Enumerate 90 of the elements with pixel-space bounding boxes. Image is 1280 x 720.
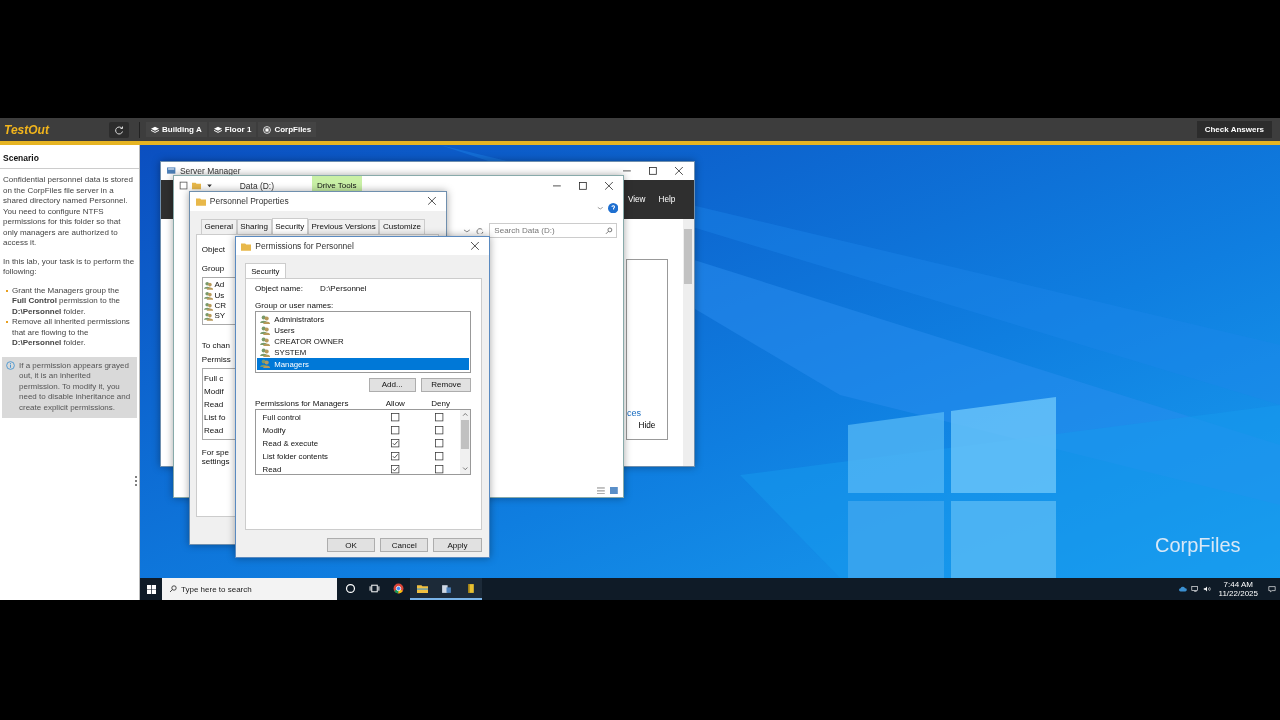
search-icon: [169, 585, 177, 593]
window-title: Permissions for Personnel: [255, 241, 354, 252]
permission-name: Full control: [262, 413, 302, 423]
panel-title: Scenario: [0, 145, 139, 169]
cloud-icon[interactable]: [1178, 585, 1187, 593]
breadcrumb[interactable]: CorpFiles: [258, 122, 317, 137]
window-title: Data (D:): [239, 180, 274, 191]
list-item[interactable]: SYSTEM: [257, 347, 470, 359]
windows-icon: [146, 584, 156, 594]
folder-icon: [195, 196, 206, 206]
notification-icon[interactable]: [1268, 585, 1276, 593]
maximize-icon[interactable]: [649, 166, 658, 175]
note-text: If a permission appears grayed out, it is an inherited permission. To modify it, you need to disable inheritance and create explicit permissions.: [19, 360, 132, 413]
close-icon[interactable]: [471, 242, 479, 250]
users-icon: [204, 291, 214, 301]
refresh-button[interactable]: [109, 121, 129, 138]
breadcrumb[interactable]: Floor 1: [208, 122, 257, 137]
window-title: Personnel Properties: [209, 196, 289, 207]
list-item[interactable]: Users: [257, 324, 470, 337]
server-icon: [263, 125, 272, 134]
help-icon[interactable]: [607, 202, 619, 213]
search-field[interactable]: Type here to search: [162, 578, 337, 600]
checkbox[interactable]: [391, 413, 400, 422]
checkbox[interactable]: [435, 439, 444, 448]
checkbox[interactable]: [391, 452, 400, 461]
tab[interactable]: Security: [245, 263, 286, 279]
layers-icon: [151, 125, 159, 134]
logo: TestOut: [4, 122, 51, 137]
list-item[interactable]: Managers: [257, 358, 470, 370]
resize-handle-icon[interactable]: [134, 475, 138, 487]
taskbar-button[interactable]: [410, 578, 434, 600]
taskbar-button[interactable]: [458, 578, 482, 600]
users-icon: [204, 301, 214, 311]
scroll-down-icon[interactable]: [462, 466, 469, 472]
tiles-view-icon[interactable]: [610, 486, 619, 495]
scrollbar[interactable]: [460, 409, 471, 475]
paragraph: In this lab, your task is to perform the following:: [3, 256, 136, 278]
info-icon: [6, 360, 15, 370]
breadcrumb[interactable]: Building A: [146, 122, 207, 137]
network-icon[interactable]: [1190, 585, 1199, 593]
permission-name: Read & execute: [262, 439, 320, 449]
permission-name: List folder contents: [262, 452, 330, 462]
permission-name: Modify: [262, 426, 287, 436]
menu-item[interactable]: View: [627, 194, 646, 204]
maximize-icon[interactable]: [579, 181, 587, 190]
users-icon: [259, 314, 271, 324]
ring-icon: [344, 582, 356, 594]
users-icon: [204, 280, 214, 290]
checkbox[interactable]: [391, 439, 400, 448]
users-icon: [259, 337, 271, 347]
window-title: Server Manager: [179, 165, 241, 176]
link[interactable]: ces: [626, 408, 642, 419]
search-icon: [605, 226, 613, 235]
permission-name: Read: [262, 465, 283, 475]
task-text: Grant the Managers group the Full Control permission to the D:\Personnel folder.: [12, 285, 122, 317]
folder-icon: [241, 241, 252, 251]
paragraph: Confidential personnel data is stored on the CorpFiles file server in a shared directory named Personnel. You need to configure NTFS permissions for this folder so that only managers are authorized to access it.: [3, 175, 134, 249]
users-icon: [259, 325, 271, 336]
server-icon: [440, 582, 452, 594]
users-icon: [204, 312, 214, 322]
layers-icon: [213, 125, 222, 134]
task-text: Remove all inherited permissions that are flowing to the D:\Personnel folder.: [12, 317, 131, 349]
hide-button[interactable]: Hide: [626, 418, 656, 430]
task-view-icon: [368, 582, 380, 594]
users-icon: [259, 359, 271, 369]
menu-item[interactable]: Help: [658, 194, 676, 204]
checkbox[interactable]: [435, 465, 444, 474]
clock[interactable]: 7:44 AM 11/22/2025: [1218, 579, 1258, 599]
checkbox[interactable]: [435, 426, 444, 435]
close-icon[interactable]: [428, 197, 437, 206]
refresh-icon: [114, 124, 124, 135]
check-answers-button[interactable]: Check Answers: [1196, 121, 1272, 138]
properties-icon[interactable]: [178, 181, 188, 191]
browser-icon: [392, 582, 404, 594]
list-item[interactable]: Administrators: [257, 313, 470, 325]
users-icon: [259, 348, 271, 358]
chevron-icon[interactable]: [463, 226, 472, 235]
volume-icon[interactable]: [1202, 585, 1211, 593]
scrollbar[interactable]: [683, 218, 694, 466]
desktop-label: CorpFiles: [1155, 534, 1241, 557]
scroll-up-icon[interactable]: [462, 412, 469, 418]
refresh-icon[interactable]: [476, 226, 485, 235]
close-icon[interactable]: [675, 166, 684, 175]
checkbox[interactable]: [391, 426, 400, 435]
close-icon[interactable]: [605, 181, 613, 190]
checkbox[interactable]: [435, 452, 444, 461]
list-item[interactable]: CREATOR OWNER: [257, 336, 470, 348]
checkbox[interactable]: [391, 465, 400, 474]
checkbox[interactable]: [435, 413, 444, 422]
folder-icon: [416, 582, 428, 594]
